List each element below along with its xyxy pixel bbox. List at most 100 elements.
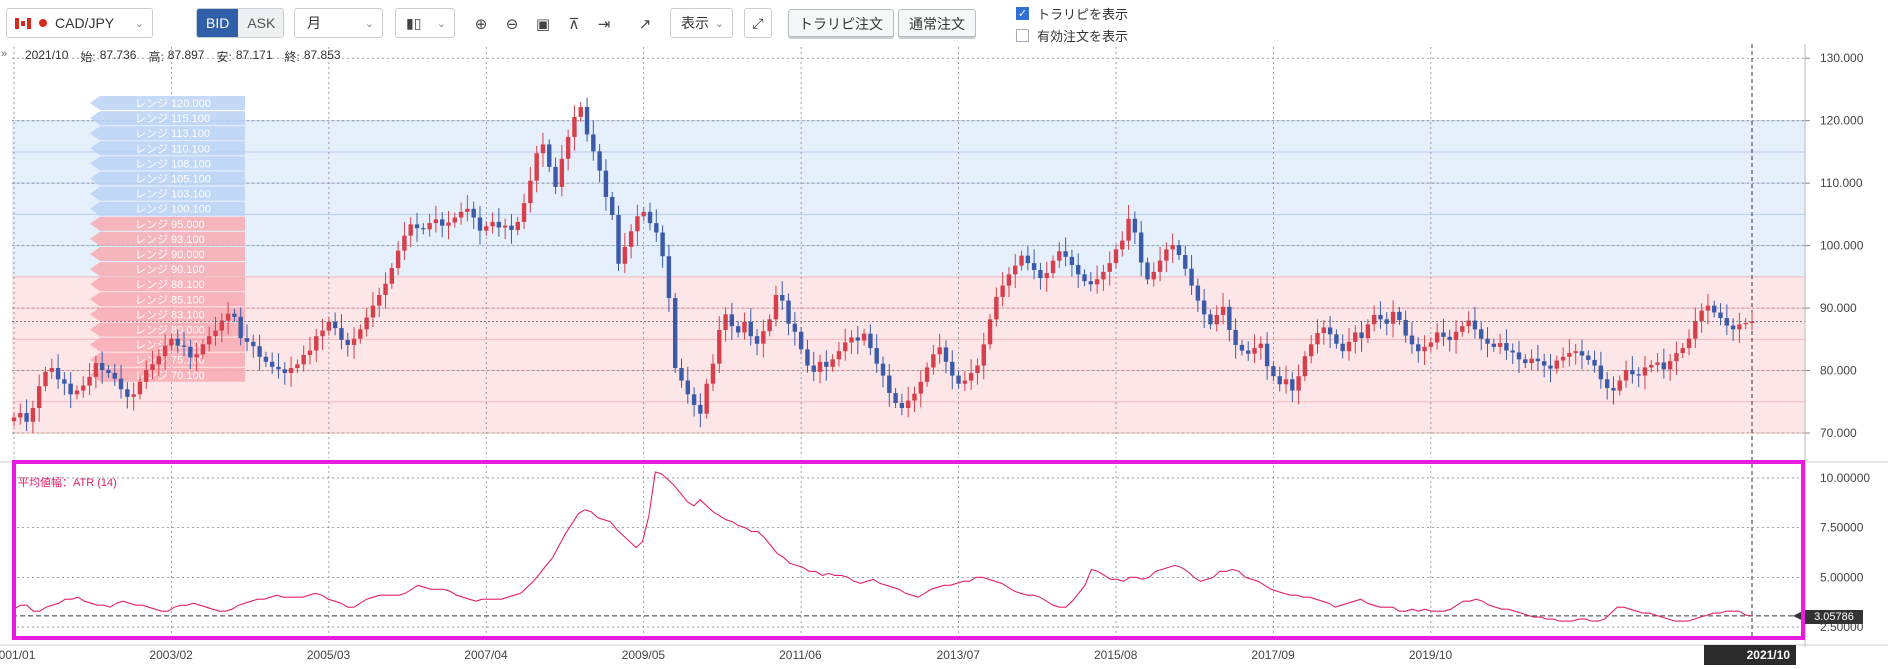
candle-body	[150, 364, 155, 370]
currency-pair-select[interactable]: CAD/JPY ⌄	[6, 8, 153, 38]
candle-body	[1044, 273, 1049, 279]
show-active-orders-checkbox[interactable]	[1016, 29, 1029, 42]
candle-body	[439, 219, 445, 226]
display-menu[interactable]: 表示 ⌄	[670, 8, 733, 38]
candle-body	[1019, 255, 1024, 266]
candle-body	[855, 337, 861, 341]
candle-body	[1277, 376, 1282, 385]
ohlc-date: 2021/10	[25, 48, 69, 62]
fit-screen-icon[interactable]: ▣	[532, 13, 554, 35]
candle-body	[1107, 263, 1112, 272]
candle-body	[200, 344, 206, 355]
zoom-in-icon[interactable]: ⊕	[470, 13, 492, 35]
candle-body	[1460, 326, 1465, 332]
candle-body	[496, 221, 502, 228]
high-value: 87.897	[167, 48, 205, 62]
normal-order-button[interactable]: 通常注文	[898, 9, 976, 37]
candle-body	[326, 321, 332, 331]
candle-body	[1573, 351, 1578, 354]
candle-body	[131, 394, 136, 397]
range-label: レンジ 103.100	[135, 189, 211, 201]
candle-body	[1441, 332, 1446, 337]
candle-body	[905, 400, 911, 409]
price-tick-label: 130.000	[1820, 51, 1864, 65]
candle-body	[1069, 256, 1075, 265]
zoom-out-icon[interactable]: ⊖	[501, 13, 523, 35]
time-tick-label: 2015/08	[1093, 648, 1138, 662]
candle-body	[446, 222, 451, 226]
candle-body	[225, 313, 231, 321]
candle-body	[647, 211, 653, 224]
scroll-latest-icon[interactable]: ⇥	[593, 13, 615, 35]
time-tick-label: 2011/06	[779, 648, 822, 662]
price-axis: 70.000 80.000 90.000 100.000 110.000 120.000 1…	[1804, 44, 1864, 647]
candle-body	[106, 369, 111, 374]
candle-body	[654, 223, 659, 233]
candle-body	[1145, 262, 1150, 280]
candle-body	[836, 351, 842, 360]
chart-canvas[interactable]: レンジ 120.000 レンジ 115.100 レンジ 113.100 レンジ 110…	[0, 44, 1888, 669]
candle-body	[1334, 334, 1339, 344]
range-label: レンジ 80.000	[135, 325, 205, 337]
candle-body	[169, 338, 174, 346]
candle-body	[1649, 364, 1654, 368]
candle-body	[1227, 306, 1232, 330]
chart-type-select[interactable]: ▮▯ ⌄	[395, 8, 455, 38]
candle-body	[389, 268, 395, 284]
indicator-icon[interactable]: ↗	[634, 13, 656, 35]
close-value: 87.853	[303, 48, 341, 62]
atr-indicator-title: 平均値幅：ATR (14)	[18, 477, 117, 489]
candle-body	[219, 320, 225, 331]
show-active-orders-toggle[interactable]: 有効注文を表示	[1016, 26, 1128, 45]
candle-body	[477, 217, 483, 231]
bid-ask-toggle: BID ASK	[196, 8, 284, 38]
candle-body	[137, 381, 143, 395]
show-traripi-checkbox[interactable]: ✓	[1016, 7, 1029, 20]
candlestick-icon: ▮▯	[406, 14, 422, 31]
candle-body	[729, 314, 735, 327]
bid-button[interactable]: BID	[197, 9, 239, 37]
candle-body	[1718, 312, 1723, 319]
candle-body	[1365, 324, 1371, 339]
canada-flag-icon	[15, 17, 31, 29]
candle-body	[1491, 343, 1497, 347]
high-label: 高:	[148, 50, 164, 64]
candle-body	[874, 348, 879, 364]
time-tick-label: 2017/09	[1251, 648, 1295, 662]
atr-line-layer	[13, 471, 1753, 622]
period-select[interactable]: 月 ⌄	[294, 8, 383, 38]
scale-icon[interactable]: ⊼	[563, 13, 585, 35]
chevron-down-icon: ⌄	[436, 17, 446, 30]
candle-body	[950, 361, 955, 376]
candle-body	[843, 342, 848, 352]
traripi-order-button[interactable]: トラリピ注文	[788, 9, 894, 37]
ask-button[interactable]: ASK	[238, 9, 283, 37]
candle-body	[685, 380, 690, 395]
fullscreen-button[interactable]: ⤢	[744, 8, 772, 38]
candle-body	[1101, 271, 1106, 280]
candle-body	[1611, 388, 1616, 391]
atr-series-line	[13, 471, 1753, 622]
candle-body	[1195, 285, 1201, 301]
range-label: レンジ 120.000	[135, 98, 211, 110]
candle-body	[433, 219, 439, 224]
time-tick-label: 2019/10	[1408, 648, 1453, 662]
time-tick-label: 2013/07	[936, 648, 980, 662]
range-label: レンジ 115.100	[135, 113, 210, 125]
candle-body	[792, 323, 798, 332]
candle-body	[93, 363, 99, 377]
candle-body	[1063, 251, 1068, 257]
candle-body	[893, 393, 898, 404]
candle-body	[251, 341, 256, 347]
candle-body	[704, 383, 709, 414]
candle-body	[1138, 232, 1144, 263]
candle-body	[1315, 333, 1320, 345]
candle-body	[301, 354, 306, 365]
collapse-panel-icon[interactable]: »	[1, 48, 7, 60]
candle-body	[666, 256, 672, 299]
range-label: レンジ 75.100	[135, 355, 205, 367]
candle-body	[1730, 325, 1736, 330]
candle-body	[672, 298, 678, 369]
show-traripi-toggle[interactable]: ✓ トラリピを表示	[1016, 4, 1128, 23]
candle-body	[1655, 362, 1660, 365]
